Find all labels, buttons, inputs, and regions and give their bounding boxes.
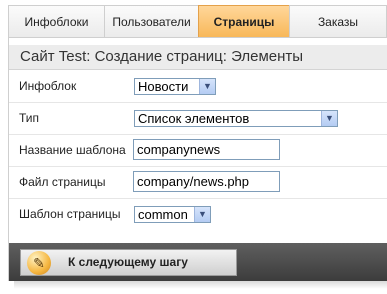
type-row: Тип Список элементов ▼ (9, 102, 387, 135)
tab-iblocks[interactable]: Инфоблоки (8, 5, 105, 37)
button-bar: ✎ К следующему шагу (9, 243, 387, 281)
tab-bar: Инфоблоки Пользователи Страницы Заказы (8, 5, 387, 37)
tab-users[interactable]: Пользователи (104, 5, 199, 37)
iblock-row: Инфоблок Новости ▼ (9, 70, 387, 103)
next-step-button[interactable]: ✎ К следующему шагу (20, 249, 237, 276)
page-template-label: Шаблон страницы (19, 207, 121, 221)
panel-shadow (14, 281, 387, 289)
template-name-input[interactable]: companynews (133, 139, 280, 160)
page-file-input[interactable]: company/news.php (133, 171, 280, 192)
type-label: Тип (19, 111, 40, 125)
page-template-select[interactable]: common ▼ (134, 206, 211, 223)
page-template-row: Шаблон страницы common ▼ (9, 198, 387, 230)
panel-title-bar: Сайт Test: Создание страниц: Элементы (9, 45, 387, 70)
wizard-panel: Сайт Test: Создание страниц: Элементы Ин… (8, 37, 387, 281)
iblock-label: Инфоблок (19, 79, 77, 93)
iblock-value: Новости (138, 79, 189, 94)
chevron-down-icon[interactable]: ▼ (321, 111, 337, 126)
tab-pages[interactable]: Страницы (198, 5, 290, 37)
page-file-label: Файл страницы (19, 175, 106, 189)
chevron-down-icon[interactable]: ▼ (199, 79, 215, 94)
chevron-down-icon[interactable]: ▼ (194, 207, 210, 222)
next-step-label: К следующему шагу (68, 255, 188, 269)
tab-orders[interactable]: Заказы (289, 5, 387, 37)
page-template-value: common (138, 207, 188, 222)
type-select[interactable]: Список элементов ▼ (134, 110, 338, 127)
iblock-select[interactable]: Новости ▼ (134, 78, 216, 95)
template-name-row: Название шаблона companynews (9, 134, 387, 167)
template-name-label: Название шаблона (19, 143, 126, 157)
pencil-icon: ✎ (27, 251, 51, 275)
page-file-row: Файл страницы company/news.php (9, 166, 387, 199)
page-title: Сайт Test: Создание страниц: Элементы (20, 48, 304, 65)
type-value: Список элементов (138, 111, 250, 126)
